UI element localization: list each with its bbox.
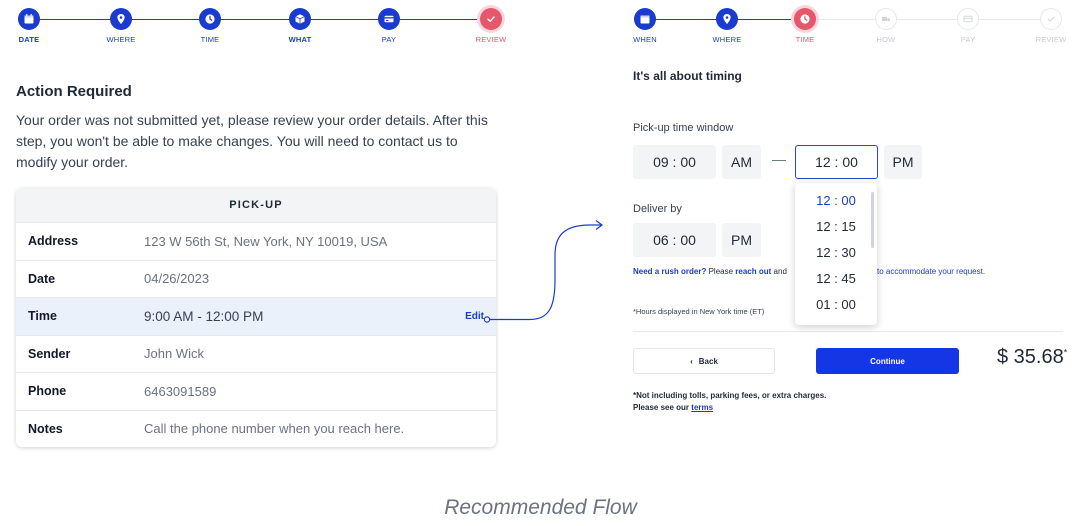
dropdown-scrollbar[interactable] <box>871 192 874 248</box>
deliver-period[interactable]: PM <box>722 223 761 257</box>
time-option[interactable]: 01 : 00 <box>795 292 877 318</box>
step-review[interactable]: REVIEW <box>1016 8 1081 44</box>
step-when[interactable]: WHEN <box>610 8 680 44</box>
rush-text: and <box>773 267 787 276</box>
truck-icon <box>875 8 897 30</box>
range-separator: — <box>772 151 786 167</box>
footnote-line: Please see our <box>633 403 690 412</box>
total-price: $ 35.68* <box>997 346 1067 369</box>
deliver-by-label: Deliver by <box>633 203 682 215</box>
step-label: WHEN <box>633 35 657 44</box>
rush-order-note: Need a rush order? Please reach out and … <box>633 267 985 276</box>
step-label: REVIEW <box>1035 35 1067 44</box>
time-option[interactable]: 12 : 00 <box>795 188 877 214</box>
time-option[interactable]: 12 : 45 <box>795 266 877 292</box>
deliver-time[interactable]: 06 : 00 <box>633 223 716 257</box>
timing-title: It's all about timing <box>633 69 742 83</box>
step-how[interactable]: HOW <box>851 8 921 44</box>
clock-icon <box>794 8 816 30</box>
price-value: $ 35.68 <box>997 346 1064 368</box>
section-divider <box>633 331 1063 332</box>
right-stepper: WHEN WHERE TIME HOW PAY REVIEW <box>630 8 1066 58</box>
flow-connector-arrow <box>483 220 603 323</box>
location-pin-icon <box>716 8 738 30</box>
back-button[interactable]: ‹ Back <box>633 348 775 374</box>
stepper-remaining-line <box>805 18 1051 20</box>
step-where[interactable]: WHERE <box>692 8 762 44</box>
calendar-icon <box>634 8 656 30</box>
check-icon <box>1040 8 1062 30</box>
pickup-end-period[interactable]: PM <box>884 145 922 179</box>
continue-button[interactable]: Continue <box>816 348 959 374</box>
rush-text-tail: to accommodate your request. <box>877 267 986 276</box>
pickup-window-label: Pick-up time window <box>633 122 734 134</box>
step-label: WHERE <box>712 35 742 44</box>
step-label: HOW <box>876 35 896 44</box>
step-time[interactable]: TIME <box>770 8 840 44</box>
step-label: TIME <box>795 35 815 44</box>
end-time-dropdown[interactable]: 12 : 00 12 : 15 12 : 30 12 : 45 01 : 00 <box>795 183 877 325</box>
price-footnote-mark: * <box>1063 347 1068 358</box>
rush-text: Please <box>708 267 734 276</box>
pickup-start-period[interactable]: AM <box>722 145 761 179</box>
reach-out-link[interactable]: reach out <box>735 267 771 276</box>
credit-card-icon <box>957 8 979 30</box>
footnote-line: *Not including tolls, parking fees, or e… <box>633 391 827 400</box>
time-option[interactable]: 12 : 15 <box>795 214 877 240</box>
pickup-start-time[interactable]: 09 : 00 <box>633 145 716 179</box>
figure-caption: Recommended Flow <box>444 496 637 519</box>
step-label: PAY <box>960 35 976 44</box>
step-pay[interactable]: PAY <box>933 8 1003 44</box>
back-label: Back <box>698 356 718 366</box>
pricing-footnote: *Not including tolls, parking fees, or e… <box>633 390 826 414</box>
pickup-end-time[interactable]: 12 : 00 <box>795 145 878 179</box>
chevron-left-icon: ‹ <box>690 356 693 366</box>
time-option[interactable]: 12 : 30 <box>795 240 877 266</box>
rush-question: Need a rush order? <box>633 267 707 276</box>
timezone-note: *Hours displayed in New York time (ET) <box>633 307 765 316</box>
terms-link[interactable]: terms <box>691 403 713 412</box>
